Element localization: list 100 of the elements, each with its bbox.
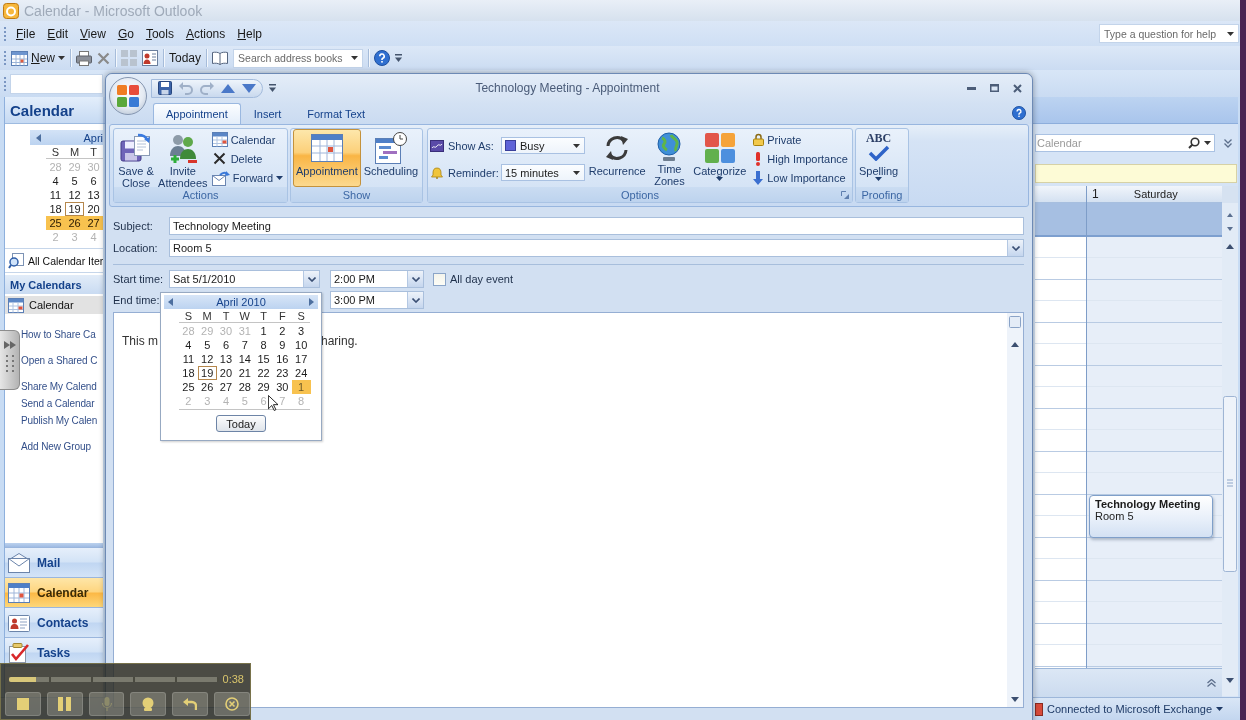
player-button[interactable] xyxy=(5,692,41,716)
calendar-day[interactable]: 1 xyxy=(254,324,273,338)
previous-month-icon[interactable] xyxy=(168,298,173,306)
nav-item[interactable]: All Calendar Iter xyxy=(5,248,103,273)
calendar-day[interactable]: 16 xyxy=(273,352,292,366)
calendar-day[interactable]: 13 xyxy=(216,352,236,366)
player-button[interactable] xyxy=(172,692,209,716)
start-time-field[interactable]: 2:00 PM xyxy=(330,270,424,288)
calendar-day[interactable]: 5 xyxy=(197,338,217,352)
calendar-day[interactable]: 22 xyxy=(254,366,273,380)
end-time-field[interactable]: 3:00 PM xyxy=(330,291,424,309)
dropdown-caret-icon[interactable] xyxy=(1216,707,1224,711)
calendar-day[interactable]: 8 xyxy=(254,338,273,352)
calendar-day[interactable]: 19 xyxy=(65,202,84,216)
dropdown-caret-icon[interactable] xyxy=(716,177,724,181)
calendar-day[interactable]: 27 xyxy=(216,380,236,394)
ribbon-tab[interactable]: Format Text xyxy=(294,103,379,124)
calendar-day[interactable]: 28 xyxy=(235,380,255,394)
calendar-day[interactable]: 1 xyxy=(291,380,311,394)
pause-button[interactable] xyxy=(46,692,83,716)
dropdown-caret-icon[interactable] xyxy=(276,175,283,180)
help-icon[interactable] xyxy=(374,50,391,66)
dropdown-caret-icon[interactable] xyxy=(1227,31,1234,36)
calendar-search-field[interactable]: Calendar xyxy=(1035,134,1215,152)
calendar-day[interactable]: 4 xyxy=(46,174,65,188)
calendar-day[interactable]: 24 xyxy=(291,366,311,380)
menu-item[interactable]: Edit xyxy=(41,26,75,41)
reminder-dropdown[interactable]: 15 minutes xyxy=(501,164,585,181)
calendar-day[interactable]: 27 xyxy=(84,216,103,230)
menu-item[interactable]: View xyxy=(74,26,112,41)
view-button[interactable]: Appointment xyxy=(293,129,361,187)
calendar-day[interactable]: 20 xyxy=(84,202,103,216)
calendar-day[interactable]: 18 xyxy=(46,202,65,216)
vertical-scrollbar[interactable] xyxy=(1222,186,1238,696)
side-handle[interactable] xyxy=(0,330,20,390)
high-importance-button[interactable]: High Importance xyxy=(750,149,850,168)
close-button[interactable] xyxy=(214,692,250,716)
office-button[interactable] xyxy=(109,77,147,115)
nav-link[interactable]: Add New Group xyxy=(21,438,103,455)
ribbon-tab[interactable]: Insert xyxy=(240,103,295,124)
status-text[interactable]: Connected to Microsoft Exchange xyxy=(1047,703,1213,715)
menu-item[interactable]: File xyxy=(10,26,42,41)
dropdown-button[interactable] xyxy=(407,292,423,308)
spelling-button[interactable]: ABC Spelling xyxy=(858,129,900,187)
calendar-day[interactable]: 9 xyxy=(273,338,292,352)
overflow-icon[interactable] xyxy=(395,54,403,62)
down-arrow-icon[interactable] xyxy=(242,83,256,93)
calendar-day[interactable]: 14 xyxy=(235,352,255,366)
categorize-button[interactable]: Categorize xyxy=(692,129,748,187)
calendar-day[interactable]: 2 xyxy=(273,324,292,338)
all-day-checkbox[interactable] xyxy=(433,272,446,286)
menu-item[interactable]: Actions xyxy=(179,26,232,41)
delete-icon[interactable] xyxy=(97,51,110,65)
progress-track[interactable] xyxy=(9,676,219,682)
menu-item[interactable]: Help xyxy=(231,26,268,41)
ribbon-tab[interactable]: Appointment xyxy=(153,103,241,124)
search-icon[interactable] xyxy=(1188,137,1200,149)
calendar-day[interactable]: 26 xyxy=(65,216,84,230)
show-as-dropdown[interactable]: Busy xyxy=(501,137,585,154)
forward-button[interactable]: Forward xyxy=(209,168,285,187)
menu-item[interactable]: Tools xyxy=(139,26,180,41)
input-field[interactable] xyxy=(10,73,103,94)
calendar-day[interactable]: 5 xyxy=(65,174,84,188)
player-button[interactable] xyxy=(88,692,125,716)
appointment-block[interactable]: Technology Meeting Room 5 xyxy=(1089,495,1213,538)
save-icon[interactable] xyxy=(158,81,172,95)
calendar-day[interactable]: 11 xyxy=(46,188,65,202)
printer-icon[interactable] xyxy=(76,50,92,66)
module-button[interactable]: Calendar xyxy=(5,577,103,607)
calendar-day[interactable]: 20 xyxy=(216,366,236,380)
calendar-day[interactable]: 30 xyxy=(273,380,292,394)
contact-card-icon[interactable] xyxy=(142,50,158,66)
calendar-day[interactable]: 13 xyxy=(84,188,103,202)
view-button[interactable]: Scheduling xyxy=(360,129,422,187)
nav-link[interactable]: Send a Calendar xyxy=(21,395,103,412)
collapse-chevron-icon[interactable] xyxy=(1207,679,1216,687)
dropdown-caret-icon[interactable] xyxy=(351,56,359,60)
location-field[interactable]: Room 5 xyxy=(169,239,1024,257)
nav-link[interactable]: Publish My Calen xyxy=(21,412,103,429)
start-date-field[interactable]: Sat 5/1/2010 xyxy=(169,270,320,288)
calendar-day[interactable]: 11 xyxy=(179,352,198,366)
today-button[interactable]: Today xyxy=(216,415,266,432)
dropdown-caret-icon[interactable] xyxy=(58,56,65,60)
new-button[interactable]: New xyxy=(11,48,65,68)
delete-button[interactable]: Delete xyxy=(209,149,285,168)
calendar-day[interactable]: 3 xyxy=(291,324,311,338)
calendar-day[interactable]: 12 xyxy=(65,188,84,202)
up-arrow-icon[interactable] xyxy=(221,83,235,93)
nav-link[interactable]: Share My Calend xyxy=(21,378,103,395)
module-button[interactable]: Mail xyxy=(5,547,103,577)
calendar-day[interactable]: 7 xyxy=(235,338,255,352)
help-search-field[interactable]: Type a question for help xyxy=(1099,24,1239,43)
nav-link[interactable]: How to Share Ca xyxy=(21,326,103,343)
player-button[interactable] xyxy=(130,692,167,716)
calendar-button[interactable]: Calendar xyxy=(209,130,285,149)
maximize-icon[interactable] xyxy=(990,84,999,92)
dropdown-button[interactable] xyxy=(303,271,319,287)
private-button[interactable]: Private xyxy=(750,130,850,149)
calendar-day[interactable]: 21 xyxy=(235,366,255,380)
previous-month-icon[interactable] xyxy=(36,133,41,142)
